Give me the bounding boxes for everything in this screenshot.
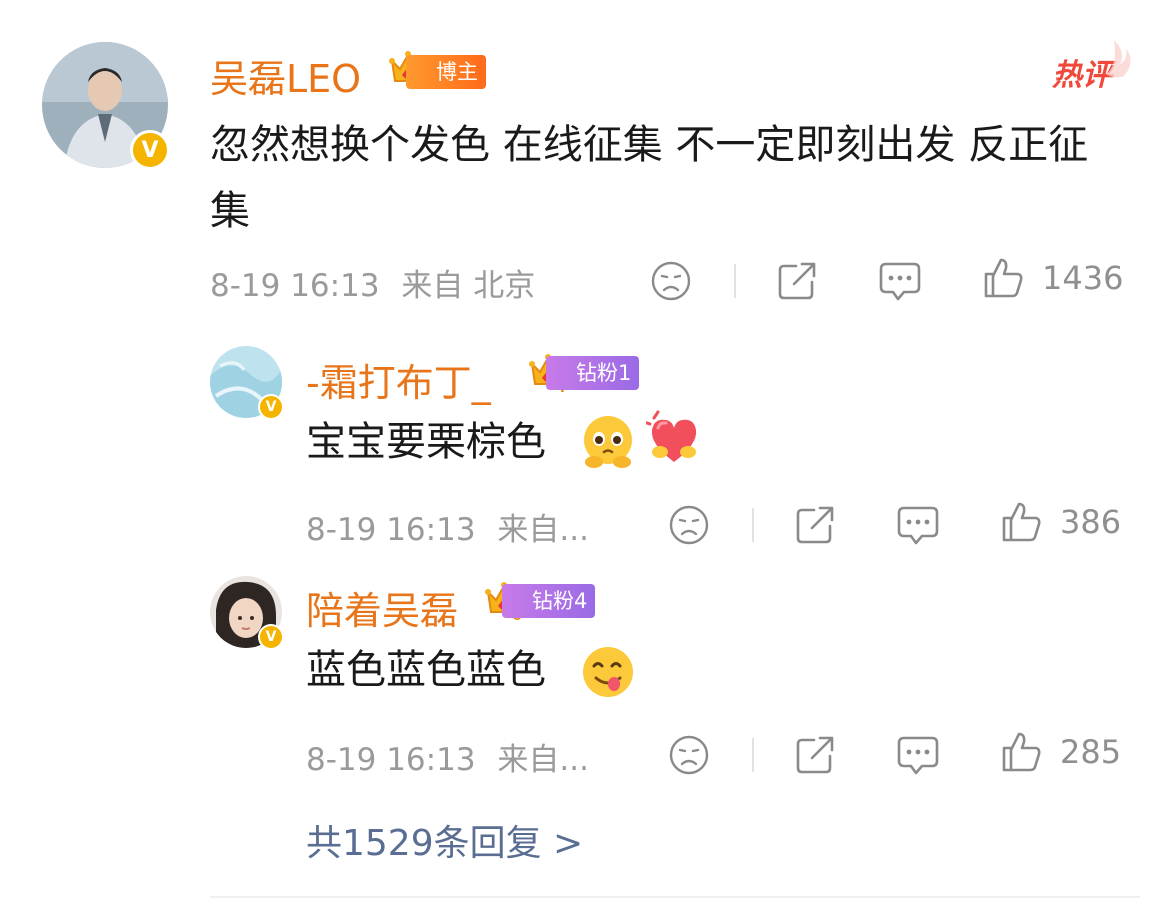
share-icon[interactable] <box>776 258 820 302</box>
author-name[interactable]: 吴磊LEO <box>210 48 361 103</box>
verified-badge-icon: V <box>258 624 284 650</box>
reply-comment-icon[interactable] <box>896 504 940 546</box>
fan-level-tag: 钻粉4 <box>502 584 596 618</box>
dislike-icon[interactable] <box>668 734 710 776</box>
like-icon[interactable] <box>1000 730 1042 774</box>
verified-badge-icon: V <box>258 394 284 420</box>
action-separator <box>752 508 754 542</box>
reply-source: 来自... <box>497 742 589 778</box>
action-separator <box>734 264 736 298</box>
reply-timestamp: 8-19 16:13 <box>306 742 476 778</box>
like-icon[interactable] <box>982 256 1024 300</box>
dislike-icon[interactable] <box>650 260 692 302</box>
reply-source: 来自... <box>497 512 589 548</box>
reply-time: 8-19 16:13 来自... <box>306 504 589 549</box>
comment-text: 忽然想换个发色 在线征集 不一定即刻出发 反正征集 <box>210 122 1089 234</box>
like-count: 386 <box>1060 503 1122 541</box>
reply-name[interactable]: 陪着吴磊 <box>306 580 458 635</box>
like-icon[interactable] <box>1000 500 1042 544</box>
dislike-icon[interactable] <box>668 504 710 546</box>
reply-text-content: 宝宝要栗棕色 <box>306 419 546 465</box>
hot-flame-icon <box>1106 40 1131 78</box>
reply-name[interactable]: -霜打布丁_ <box>306 352 491 407</box>
reply-time: 8-19 16:13 来自... <box>306 734 589 779</box>
yum-face-emoji <box>583 647 633 697</box>
author-avatar[interactable]: V <box>42 42 170 170</box>
bottom-divider <box>210 896 1140 898</box>
pleading-face-emoji <box>584 416 632 468</box>
reply-text-content: 蓝色蓝色蓝色 <box>306 647 546 693</box>
reply-avatar[interactable]: V <box>210 346 284 420</box>
verified-badge-icon: V <box>130 130 170 170</box>
like-count: 285 <box>1060 733 1122 771</box>
heart-emoji <box>646 410 697 462</box>
fan-level-tag: 钻粉1 <box>546 356 640 390</box>
action-separator <box>752 738 754 772</box>
reply-comment-icon[interactable] <box>896 734 940 776</box>
like-count: 1436 <box>1042 259 1124 297</box>
comment-source: 来自 北京 <box>401 268 536 304</box>
reply-text: 蓝色蓝色蓝色 <box>306 640 546 700</box>
reply-timestamp: 8-19 16:13 <box>306 512 476 548</box>
reply-avatar[interactable]: V <box>210 576 284 650</box>
reply-text: 宝宝要栗棕色 <box>306 412 546 472</box>
blogger-tag: 博主 <box>406 55 486 89</box>
comment-time: 8-19 16:13 来自 北京 <box>210 260 535 305</box>
share-icon[interactable] <box>794 502 838 546</box>
view-all-replies-link[interactable]: 共1529条回复 > <box>306 814 583 866</box>
share-icon[interactable] <box>794 732 838 776</box>
reply-comment-icon[interactable] <box>878 260 922 302</box>
comment-timestamp: 8-19 16:13 <box>210 268 380 304</box>
